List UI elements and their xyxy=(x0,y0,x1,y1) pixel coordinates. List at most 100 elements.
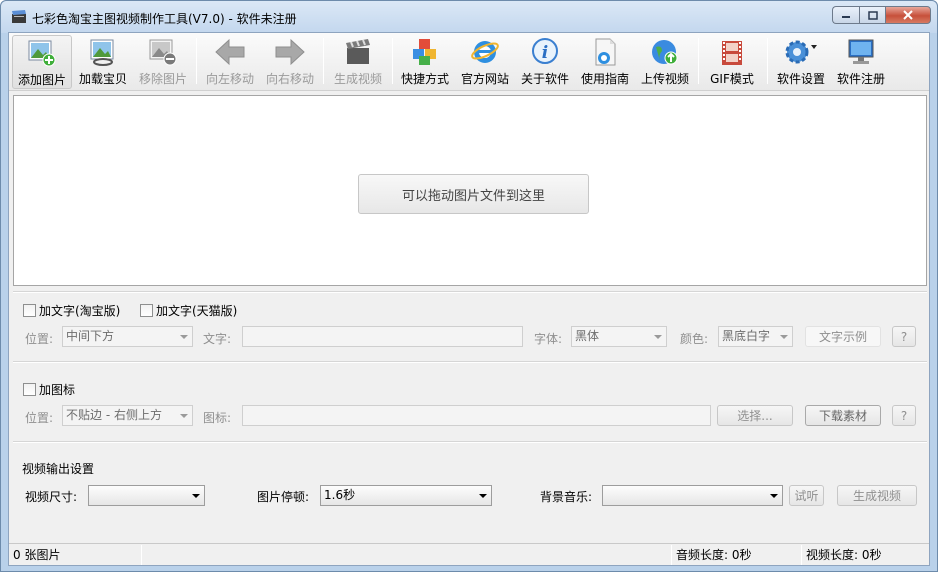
gear-icon xyxy=(785,40,817,64)
listen-button[interactable]: 试听 xyxy=(789,485,824,506)
load-item-button[interactable]: 加载宝贝 xyxy=(73,35,133,89)
upload-video-label: 上传视频 xyxy=(640,72,689,86)
text-content-label: 文字: xyxy=(203,332,232,346)
chevron-down-icon xyxy=(479,494,487,498)
text-content-input[interactable] xyxy=(242,326,523,347)
app-window: 七彩色淘宝主图视频制作工具(V7.0) - 软件未注册 添加图片 加载宝贝 移除… xyxy=(0,0,938,572)
add-image-icon xyxy=(28,40,56,67)
image-pause-select[interactable]: 1.6秒 xyxy=(320,485,492,506)
maximize-icon xyxy=(867,10,878,20)
add-icon-label: 加图标 xyxy=(39,383,76,397)
gif-mode-label: GIF模式 xyxy=(710,72,754,86)
text-help-button[interactable]: ? xyxy=(892,326,916,347)
register-button[interactable]: 软件注册 xyxy=(831,35,891,89)
icon-position-select[interactable]: 不贴边 - 右侧上方 xyxy=(62,405,193,426)
chevron-down-icon xyxy=(770,494,778,498)
move-left-button[interactable]: 向左移动 xyxy=(200,35,260,89)
add-text-tmall-label: 加文字(天猫版) xyxy=(156,304,238,318)
ie-browser-icon xyxy=(471,41,499,63)
background-music-label: 背景音乐: xyxy=(540,490,593,504)
gif-film-icon xyxy=(722,41,742,65)
add-image-label: 添加图片 xyxy=(17,73,66,87)
color-label: 颜色: xyxy=(680,332,709,346)
settings-label: 软件设置 xyxy=(776,72,825,86)
remove-image-label: 移除图片 xyxy=(138,72,187,86)
checkbox-box[interactable] xyxy=(23,304,36,317)
svg-text:i: i xyxy=(542,43,548,63)
checkbox-box[interactable] xyxy=(23,383,36,396)
shortcut-label: 快捷方式 xyxy=(400,72,449,86)
image-pause-label: 图片停顿: xyxy=(257,490,310,504)
generate-video-toolbar-label: 生成视频 xyxy=(333,72,382,86)
monitor-icon xyxy=(848,39,874,64)
guide-button[interactable]: 使用指南 xyxy=(575,35,635,89)
icon-file-label: 图标: xyxy=(203,411,232,425)
add-text-tmall-checkbox[interactable]: 加文字(天猫版) xyxy=(140,302,237,319)
load-item-icon xyxy=(90,39,114,66)
clapper-icon xyxy=(346,39,370,64)
text-position-value: 中间下方 xyxy=(66,329,115,343)
icon-position-label: 位置: xyxy=(25,411,54,425)
move-left-label: 向左移动 xyxy=(205,72,254,86)
text-position-label: 位置: xyxy=(25,332,54,346)
close-button[interactable] xyxy=(885,6,931,24)
about-button[interactable]: i 关于软件 xyxy=(515,35,575,89)
close-icon xyxy=(903,10,913,20)
info-icon: i xyxy=(532,38,558,64)
shortcut-button[interactable]: 快捷方式 xyxy=(395,35,455,89)
icon-position-value: 不贴边 - 右侧上方 xyxy=(66,408,162,422)
official-site-button[interactable]: 官方网站 xyxy=(455,35,515,89)
background-music-select[interactable] xyxy=(602,485,783,506)
guide-label: 使用指南 xyxy=(580,72,629,86)
window-title: 七彩色淘宝主图视频制作工具(V7.0) - 软件未注册 xyxy=(32,12,297,26)
maximize-button[interactable] xyxy=(859,6,885,24)
output-settings-heading: 视频输出设置 xyxy=(22,462,95,476)
font-value: 黑体 xyxy=(575,329,600,343)
register-label: 软件注册 xyxy=(836,72,885,86)
remove-image-button[interactable]: 移除图片 xyxy=(133,35,193,89)
app-clapper-icon xyxy=(12,10,26,23)
download-material-button[interactable]: 下载素材 xyxy=(805,405,881,426)
image-pause-value: 1.6秒 xyxy=(324,488,356,502)
text-position-select[interactable]: 中间下方 xyxy=(62,326,193,347)
generate-video-button[interactable]: 生成视频 xyxy=(837,485,917,506)
video-size-label: 视频尺寸: xyxy=(25,490,78,504)
chevron-down-icon xyxy=(654,335,662,339)
generate-video-toolbar-button[interactable]: 生成视频 xyxy=(327,35,389,89)
icon-file-input[interactable] xyxy=(242,405,711,426)
upload-globe-icon xyxy=(652,40,678,65)
drop-hint-button[interactable]: 可以拖动图片文件到这里 xyxy=(358,174,589,214)
image-drop-area[interactable]: 可以拖动图片文件到这里 xyxy=(13,95,927,286)
icon-help-button[interactable]: ? xyxy=(892,405,916,426)
add-text-taobao-label: 加文字(淘宝版) xyxy=(39,304,121,318)
image-count-status: 0 张图片 xyxy=(13,548,61,562)
chevron-down-icon xyxy=(780,335,788,339)
remove-image-icon xyxy=(149,39,177,66)
chevron-down-icon xyxy=(180,335,188,339)
text-sample-button[interactable]: 文字示例 xyxy=(805,326,881,347)
add-image-button[interactable]: 添加图片 xyxy=(12,35,72,89)
chevron-down-icon xyxy=(192,494,200,498)
add-text-taobao-checkbox[interactable]: 加文字(淘宝版) xyxy=(23,302,120,319)
font-select[interactable]: 黑体 xyxy=(571,326,667,347)
guide-document-icon xyxy=(595,38,616,66)
move-right-button[interactable]: 向右移动 xyxy=(260,35,320,89)
gif-mode-button[interactable]: GIF模式 xyxy=(702,35,762,89)
video-size-select[interactable] xyxy=(88,485,205,506)
toolbar: 添加图片 加载宝贝 移除图片 向左移动 向右移动 生成视频 快捷方式 官方网站 … xyxy=(9,33,929,91)
choose-icon-button[interactable]: 选择... xyxy=(717,405,793,426)
title-bar[interactable]: 七彩色淘宝主图视频制作工具(V7.0) - 软件未注册 xyxy=(1,1,937,33)
load-item-label: 加载宝贝 xyxy=(78,72,127,86)
minimize-button[interactable] xyxy=(832,6,859,24)
move-right-label: 向右移动 xyxy=(265,72,314,86)
minimize-icon xyxy=(842,16,850,18)
upload-video-button[interactable]: 上传视频 xyxy=(635,35,695,89)
settings-button[interactable]: 软件设置 xyxy=(771,35,831,89)
color-select[interactable]: 黑底白字 xyxy=(718,326,793,347)
font-label: 字体: xyxy=(534,332,563,346)
official-site-label: 官方网站 xyxy=(460,72,509,86)
checkbox-box[interactable] xyxy=(140,304,153,317)
add-icon-checkbox[interactable]: 加图标 xyxy=(23,381,75,398)
about-label: 关于软件 xyxy=(520,72,569,86)
client-area: 添加图片 加载宝贝 移除图片 向左移动 向右移动 生成视频 快捷方式 官方网站 … xyxy=(8,32,930,566)
